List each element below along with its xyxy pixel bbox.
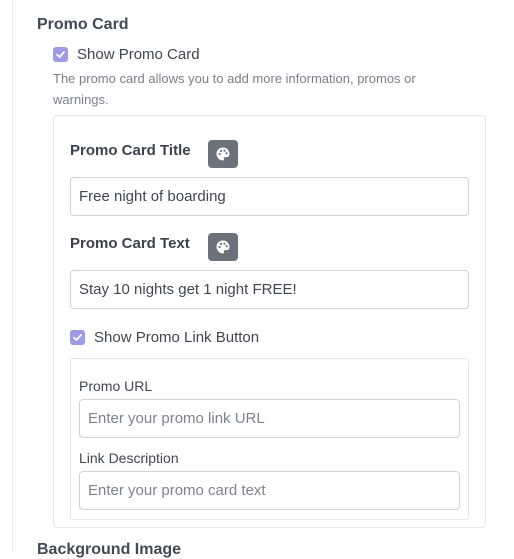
link-description-label: Link Description — [79, 450, 179, 466]
checkmark-icon — [56, 51, 65, 58]
promo-card-title-heading: Promo Card Title — [70, 142, 191, 159]
palette-icon — [216, 147, 230, 161]
promo-card-text-heading: Promo Card Text — [70, 235, 190, 252]
show-promo-card-label[interactable]: Show Promo Card — [77, 46, 200, 63]
section-title: Promo Card — [37, 16, 129, 33]
text-color-button[interactable] — [208, 233, 238, 261]
promo-card-title-input[interactable] — [70, 177, 469, 216]
checkmark-icon — [73, 334, 82, 341]
promo-card-help-text: The promo card allows you to add more in… — [53, 71, 416, 107]
promo-url-input[interactable] — [79, 399, 460, 438]
link-description-input[interactable] — [79, 471, 460, 510]
promo-url-label: Promo URL — [79, 378, 153, 394]
background-image-section-title: Background Image — [37, 541, 182, 558]
show-promo-link-label[interactable]: Show Promo Link Button — [94, 329, 259, 346]
left-divider — [12, 0, 13, 552]
promo-card-text-input[interactable] — [70, 270, 469, 309]
title-color-button[interactable] — [208, 140, 238, 168]
show-promo-card-checkbox[interactable] — [53, 47, 68, 62]
show-promo-link-checkbox[interactable] — [70, 330, 85, 345]
palette-icon — [216, 240, 230, 254]
